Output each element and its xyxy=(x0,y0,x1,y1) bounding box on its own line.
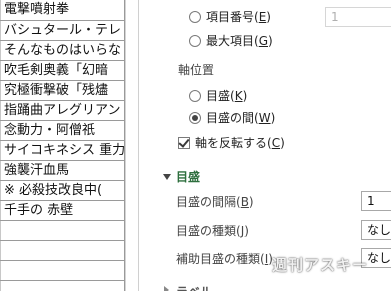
reverse-order-option[interactable]: 軸を反転する(C) xyxy=(195,135,285,151)
axis-position-heading: 軸位置 xyxy=(178,63,215,77)
max-item-key: G xyxy=(258,34,268,48)
labels-section-title[interactable]: ラベル xyxy=(176,283,212,291)
cell[interactable]: ※ 必殺技改良中( xyxy=(0,180,124,200)
tick-interval-key: B xyxy=(240,195,249,209)
reverse-label: 軸を反転する( xyxy=(195,136,272,150)
item-number-radio[interactable] xyxy=(189,11,201,23)
paren: ) xyxy=(244,224,249,238)
cell[interactable]: 念動力・阿僧祇 xyxy=(0,120,124,140)
cell[interactable] xyxy=(0,240,124,260)
sheet-gap xyxy=(125,0,138,291)
cell[interactable]: 千手の 赤壁 xyxy=(0,200,124,220)
item-number-option[interactable]: 項目番号(E) xyxy=(206,9,271,25)
tick-marks-section-title[interactable]: 目盛 xyxy=(176,168,200,185)
cell[interactable]: 強襲汗血馬 xyxy=(0,160,124,180)
between-ticks-key: W xyxy=(258,111,271,125)
major-tick-option: 目盛の種類(J) xyxy=(176,223,249,239)
between-ticks-radio[interactable] xyxy=(189,112,201,124)
on-tick-key: K xyxy=(234,89,243,103)
paren: ) xyxy=(268,34,273,48)
max-item-option[interactable]: 最大項目(G) xyxy=(206,33,273,49)
major-tick-type-select[interactable]: なし xyxy=(361,220,391,240)
max-item-label: 最大項目( xyxy=(206,34,259,48)
paren: ) xyxy=(248,195,254,209)
tick-interval-input[interactable]: 1 xyxy=(361,191,391,211)
paren: ) xyxy=(266,10,271,24)
cell[interactable]: サイコキネシス 重力 xyxy=(0,140,124,160)
watermark-logo: 週刊アスキー xyxy=(272,256,369,274)
reverse-key: C xyxy=(271,136,281,150)
cell[interactable]: 究極衝撃破「残燼 xyxy=(0,80,124,100)
cell[interactable]: 指踊曲アレグリアン xyxy=(0,100,124,120)
between-ticks-label: 目盛の間( xyxy=(206,111,259,125)
on-tick-label: 目盛( xyxy=(206,89,235,103)
cell[interactable]: そんなものはいらな xyxy=(0,40,124,60)
on-tick-option[interactable]: 目盛(K) xyxy=(206,88,247,104)
item-number-label: 項目番号( xyxy=(206,10,259,24)
tick-interval-label: 目盛の間隔( xyxy=(176,195,241,209)
expand-triangle-icon[interactable] xyxy=(164,286,169,291)
paren: ) xyxy=(242,89,248,103)
on-tick-radio[interactable] xyxy=(189,90,201,102)
cell[interactable] xyxy=(0,260,124,280)
paren: ) xyxy=(280,136,285,150)
format-axis-pane: 項目番号(E) 1 最大項目(G) 軸位置 目盛(K) 目盛の間(W) 軸を反転… xyxy=(139,0,391,291)
minor-tick-label: 補助目盛の種類( xyxy=(176,252,265,266)
minor-tick-option: 補助目盛の種類(I) xyxy=(176,251,273,267)
max-item-radio[interactable] xyxy=(189,35,201,47)
spreadsheet-column: 電撃噴射拳 バシュタール・テレ そんなものはいらな 吹毛剣奥義「幻暗 究極衝撃破… xyxy=(0,0,130,291)
reverse-order-checkbox[interactable] xyxy=(178,136,190,149)
cell[interactable]: 電撃噴射拳 xyxy=(0,0,124,20)
tick-interval-option: 目盛の間隔(B) xyxy=(176,194,254,210)
cell[interactable]: バシュタール・テレ xyxy=(0,20,124,40)
between-ticks-option[interactable]: 目盛の間(W) xyxy=(206,110,275,126)
collapse-triangle-icon[interactable] xyxy=(163,174,171,180)
major-tick-label: 目盛の種類( xyxy=(176,224,241,238)
cell[interactable]: 吹毛剣奥義「幻暗 xyxy=(0,60,124,80)
item-number-input[interactable]: 1 xyxy=(325,7,391,27)
cell[interactable] xyxy=(0,280,124,291)
paren: ) xyxy=(270,111,276,125)
cell[interactable] xyxy=(0,220,124,240)
checkmark-icon xyxy=(178,136,190,148)
